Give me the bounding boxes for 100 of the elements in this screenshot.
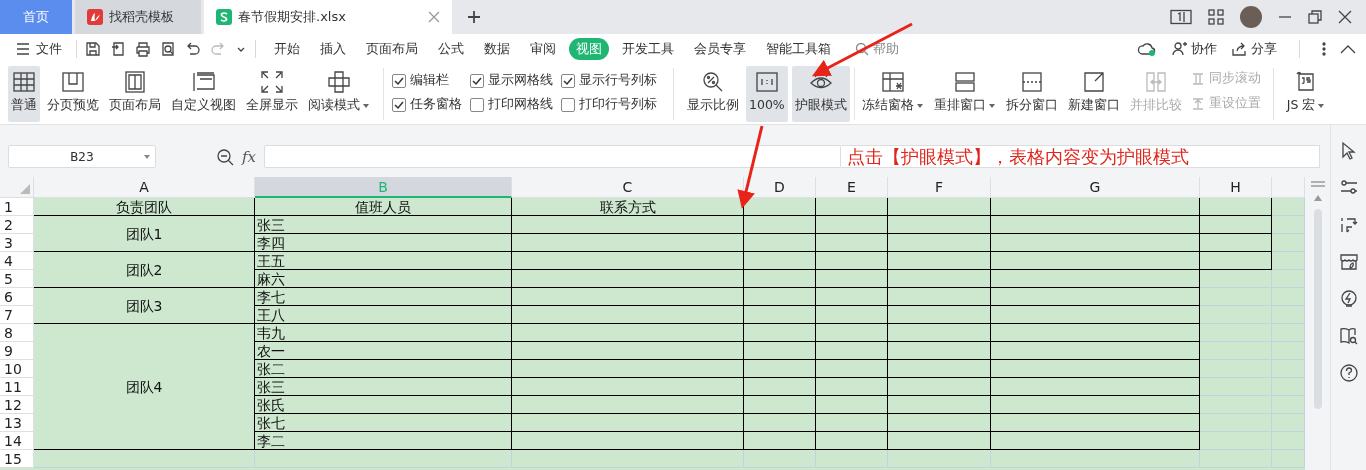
- table-cell: [816, 378, 888, 396]
- table-cell: [744, 450, 816, 468]
- view-button[interactable]: 普通: [8, 66, 40, 122]
- column-header[interactable]: F: [888, 177, 991, 198]
- zoom-icon[interactable]: [216, 147, 234, 166]
- row-header[interactable]: 3: [0, 234, 34, 252]
- restore-icon[interactable]: [1308, 10, 1322, 24]
- share-button[interactable]: 分享: [1231, 40, 1277, 58]
- row-header[interactable]: 9: [0, 342, 34, 360]
- ribbon-tab[interactable]: 数据: [477, 38, 517, 60]
- table-cell: [816, 306, 888, 324]
- scrollbar-thumb[interactable]: [1313, 209, 1322, 409]
- grid-apps-icon[interactable]: [1208, 9, 1224, 25]
- table-cell: 团队4: [34, 324, 255, 450]
- formula-input[interactable]: [264, 145, 841, 168]
- view-button[interactable]: 页面布局: [106, 66, 164, 122]
- view-button[interactable]: 阅读模式: [305, 66, 373, 122]
- export-icon[interactable]: [110, 41, 126, 57]
- row-header[interactable]: 4: [0, 252, 34, 270]
- save-icon[interactable]: [85, 41, 101, 57]
- row-header[interactable]: 14: [0, 432, 34, 450]
- window-button[interactable]: 新建窗口: [1064, 66, 1123, 122]
- table-cell: 王五: [255, 252, 512, 270]
- screen-layout-icon[interactable]: [1170, 9, 1192, 25]
- table-cell: [816, 432, 888, 450]
- table-cell: [1200, 198, 1272, 216]
- drag-handle-icon[interactable]: [1310, 181, 1325, 187]
- window-button[interactable]: 拆分窗口: [1002, 66, 1061, 122]
- table-cell: [1200, 216, 1272, 234]
- checkbox[interactable]: 打印行号列标: [561, 96, 657, 113]
- view-tool-button[interactable]: 显示比例: [684, 66, 742, 122]
- plus-icon[interactable]: [467, 10, 481, 24]
- caret-icon: [915, 101, 924, 110]
- ribbon-tab[interactable]: 开发工具: [615, 38, 681, 60]
- more-icon[interactable]: [1322, 42, 1326, 56]
- ribbon-tab[interactable]: 页面布局: [359, 38, 425, 60]
- view-tool-button[interactable]: 护眼模式: [791, 66, 850, 122]
- macro-button[interactable]: JS 宏: [1283, 66, 1329, 122]
- fullscreen-view-icon: [260, 70, 284, 94]
- view-tool-button[interactable]: 100%: [746, 66, 788, 122]
- ribbon-tab[interactable]: 公式: [431, 38, 471, 60]
- undo-icon[interactable]: [185, 41, 201, 57]
- collapse-icon[interactable]: [1340, 44, 1356, 54]
- ribbon-tab[interactable]: 插入: [313, 38, 353, 60]
- ribbon-tab[interactable]: 开始: [267, 38, 307, 60]
- ribbon-tab[interactable]: 智能工具箱: [759, 38, 838, 60]
- table-cell: [816, 216, 888, 234]
- collaborate-button[interactable]: 协作: [1171, 40, 1217, 58]
- view-button[interactable]: 自定义视图: [168, 66, 239, 122]
- checkbox[interactable]: 显示行号列标: [561, 72, 657, 89]
- view-button[interactable]: 全屏显示: [243, 66, 301, 122]
- row-header[interactable]: 6: [0, 288, 34, 306]
- row-header[interactable]: 12: [0, 396, 34, 414]
- name-box[interactable]: B23: [8, 145, 156, 168]
- column-header[interactable]: H: [1200, 177, 1272, 198]
- cloud-sync-icon[interactable]: [1137, 41, 1157, 57]
- print-icon[interactable]: [135, 41, 151, 57]
- table-cell: 张二: [255, 360, 512, 378]
- document-tab[interactable]: 春节假期安排.xlsx: [204, 0, 452, 34]
- row-header[interactable]: 10: [0, 360, 34, 378]
- table-cell: [816, 234, 888, 252]
- table-cell: [744, 234, 816, 252]
- row-header[interactable]: 2: [0, 216, 34, 234]
- scroll-up-icon[interactable]: [1313, 195, 1322, 201]
- store-icon[interactable]: [1338, 252, 1359, 272]
- swap-icon[interactable]: [1338, 215, 1359, 235]
- table-cell: [744, 306, 816, 324]
- checkbox[interactable]: 显示网格线: [470, 72, 553, 89]
- row-header[interactable]: 8: [0, 324, 34, 342]
- column-header[interactable]: G: [991, 177, 1200, 198]
- ribbon-tab[interactable]: 审阅: [523, 38, 563, 60]
- file-menu[interactable]: 文件: [10, 40, 68, 58]
- lightning-bulb-icon[interactable]: [1338, 289, 1359, 309]
- checkbox[interactable]: 打印网格线: [470, 96, 553, 113]
- ribbon-tab[interactable]: 会员专享: [687, 38, 753, 60]
- column-header[interactable]: A: [34, 177, 255, 198]
- column-header[interactable]: E: [816, 177, 888, 198]
- row-header[interactable]: 15: [0, 450, 34, 468]
- book-search-icon[interactable]: [1338, 326, 1359, 346]
- row-header[interactable]: 5: [0, 270, 34, 288]
- checkbox[interactable]: 任务窗格: [392, 96, 462, 113]
- column-header[interactable]: D: [744, 177, 816, 198]
- window-button[interactable]: 重排窗口: [930, 66, 999, 122]
- document-tab[interactable]: 找稻壳模板: [75, 0, 201, 34]
- column-header[interactable]: C: [512, 177, 744, 198]
- row-header[interactable]: 11: [0, 378, 34, 396]
- row-header[interactable]: 13: [0, 414, 34, 432]
- row-header[interactable]: 7: [0, 306, 34, 324]
- print-preview-icon[interactable]: [160, 41, 176, 57]
- window-button[interactable]: 冻结窗格: [858, 66, 927, 122]
- avatar[interactable]: [1240, 6, 1262, 28]
- leaf-logo-icon: [87, 9, 103, 25]
- checkbox[interactable]: 编辑栏: [392, 72, 462, 89]
- help-icon[interactable]: [1338, 363, 1359, 383]
- view-button[interactable]: 分页预览: [44, 66, 102, 122]
- function-button[interactable]: fx: [242, 147, 256, 166]
- layout-view-icon: [123, 70, 147, 94]
- actual-view-icon: [754, 70, 779, 94]
- close-icon[interactable]: [1338, 10, 1352, 24]
- row-header[interactable]: 1: [0, 198, 34, 216]
